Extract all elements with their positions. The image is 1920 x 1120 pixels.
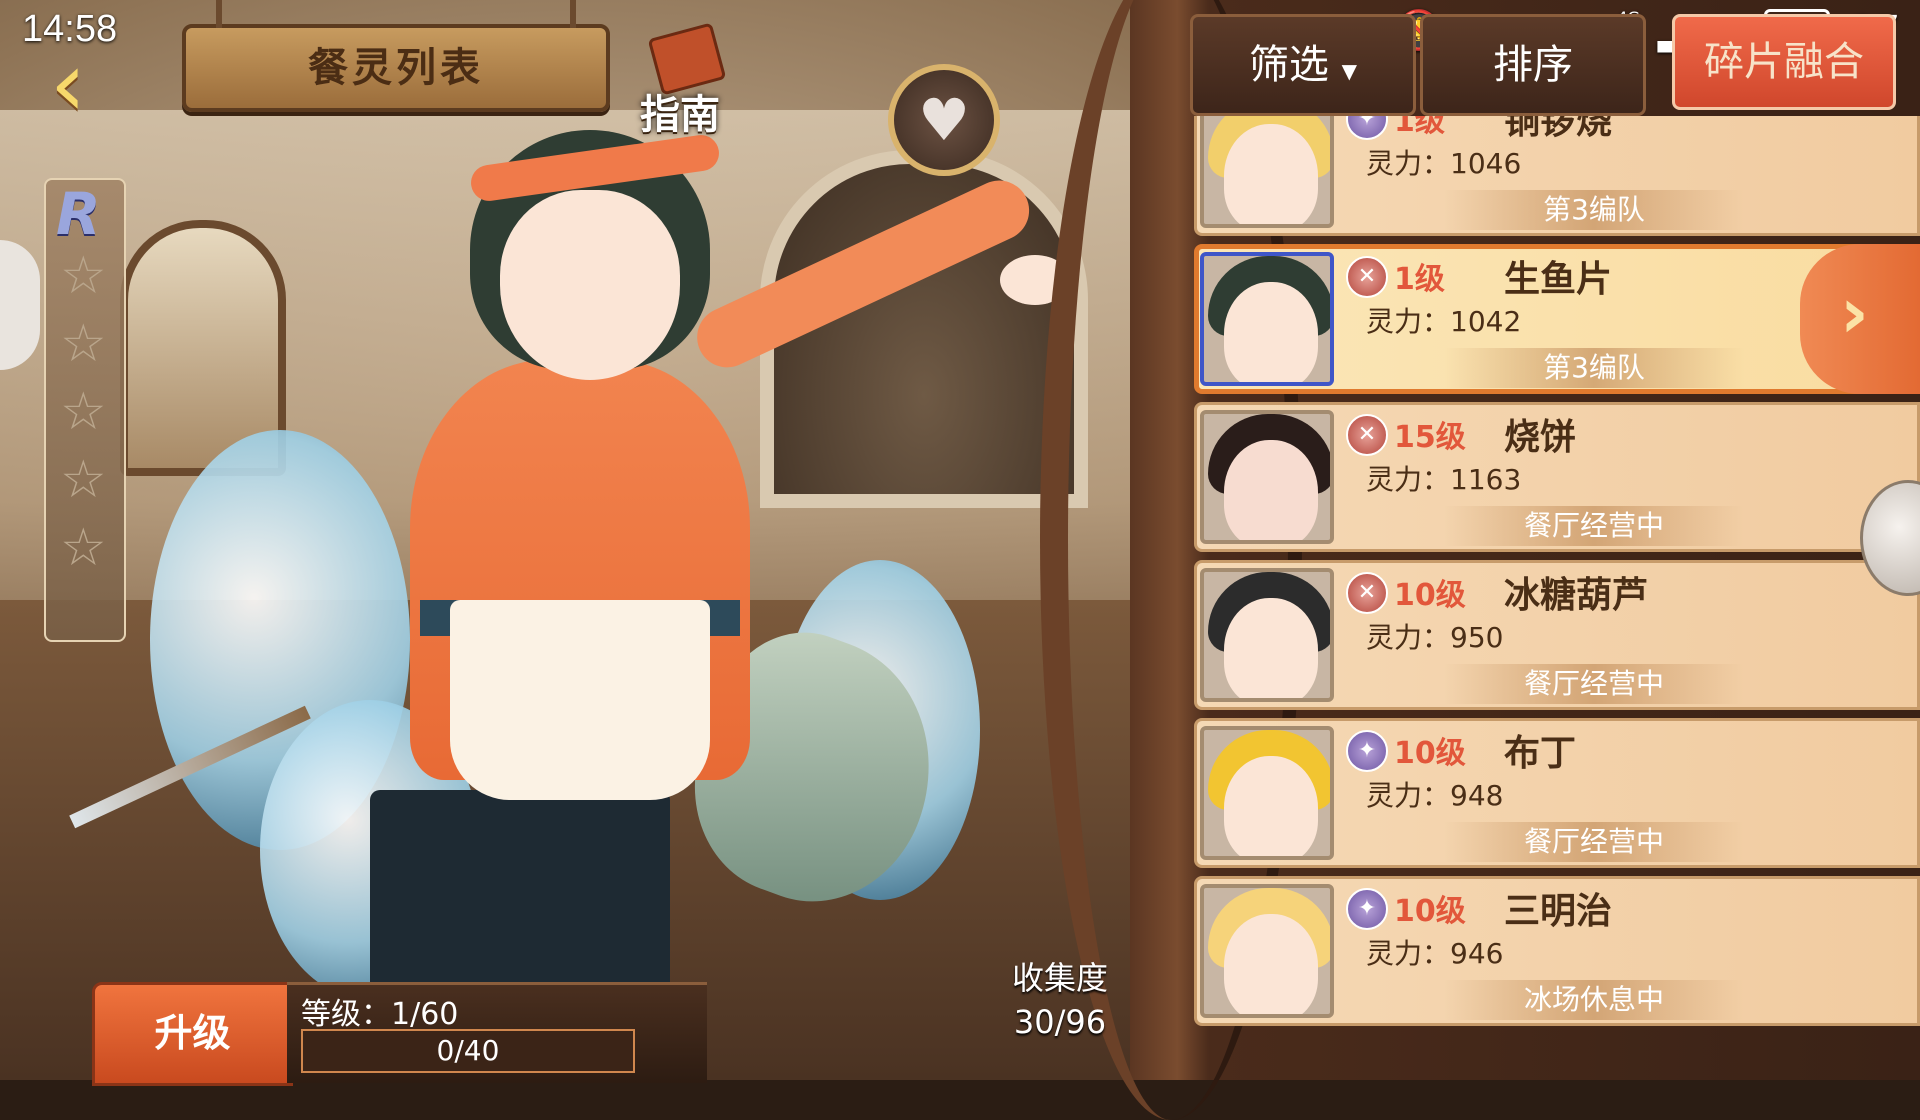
card-level: 10级 [1394,736,1466,771]
rarity-badge: R [56,180,101,248]
filter-button[interactable]: 筛选 ▼ [1190,14,1416,116]
card-name: 冰糖葫芦 [1504,575,1649,616]
shard-fusion-button[interactable]: 碎片融合 [1672,14,1896,110]
card-power: 灵力：950 [1366,621,1504,654]
card-level: 1级 [1394,262,1445,297]
character-apron [450,600,710,800]
card-name: 生鱼片 [1504,259,1613,300]
avatar-face [1224,282,1318,382]
card-status: 餐厅经营中 [1444,822,1744,862]
avatar [1200,410,1334,544]
back-arrow-icon[interactable]: ‹ [50,40,160,130]
card-status: 冰场休息中 [1444,980,1744,1020]
upgrade-button[interactable]: 升级 [92,982,293,1086]
blade-emblem-icon: ✕ [1346,256,1388,298]
avatar-face [1224,598,1318,698]
card-power: 灵力：1163 [1366,463,1522,496]
card-power: 灵力：1042 [1366,305,1522,338]
avatar-face [1224,756,1318,856]
avatar-face [1224,124,1318,224]
star-icon: ☆ [60,518,107,578]
card-status: 第3编队 [1444,190,1744,230]
card-status: 餐厅经营中 [1444,506,1744,546]
roster-list[interactable]: ✦ 1级 铜锣烧 灵力：1046 第3编队 ✕ 1级 生鱼片 灵力：1042 第3编队 › ✕ 15级烧… [1194,116,1920,1080]
filter-label: 筛选 [1248,42,1329,88]
collection-progress: 收集度 30/96 [980,956,1140,1044]
heart-icon: ♥ [918,86,970,154]
panda-side-tab[interactable] [0,240,40,370]
card-name: 铜锣烧 [1504,116,1613,142]
card-power: 灵力：946 [1366,937,1504,970]
avatar [1200,116,1334,228]
sort-button[interactable]: 排序 [1420,14,1646,116]
open-detail-button[interactable]: › [1800,244,1920,394]
roster-card[interactable]: ✦ 1级 铜锣烧 灵力：1046 第3编队 [1194,116,1920,236]
page-title: 餐灵列表 [308,45,484,91]
chevron-right-icon: › [1840,272,1869,354]
star-icon: ☆ [60,450,107,510]
card-level: 10级 [1394,894,1466,929]
card-name: 三明治 [1504,891,1613,932]
level-panel: 等级：1/60 0/40 [287,982,707,1083]
card-power: 灵力：948 [1366,779,1504,812]
shard-fusion-label: 碎片融合 [1704,39,1864,85]
favorite-button[interactable]: ♥ [888,64,1000,176]
collection-label: 收集度 [1011,959,1108,997]
star-icon: ☆ [60,314,107,374]
roster-card[interactable]: ✕ 1级 生鱼片灵力：1042 第3编队 › [1194,244,1920,394]
roster-card[interactable]: ✕ 15级 烧饼灵力：1163 餐厅经营中 [1194,402,1920,552]
collection-value: 30/96 [1013,1003,1107,1041]
roster-card[interactable]: ✦ 10级 三明治 灵力：946 冰场休息中 [1194,876,1920,1026]
level-text: 等级：1/60 [301,997,459,1032]
roster-card[interactable]: ✕ 10级 冰糖葫芦 灵力：950 餐厅经营中 [1194,560,1920,710]
avatar [1200,884,1334,1018]
character-face [500,190,680,380]
chevron-down-icon: ▼ [1341,59,1358,83]
avatar-face [1224,914,1318,1014]
blade-emblem-icon: ✕ [1346,414,1388,456]
avatar-face [1224,440,1318,540]
card-level: 15级 [1394,420,1466,455]
star-icon: ☆ [60,246,107,306]
card-level: 10级 [1394,578,1466,613]
card-power: 灵力：1046 [1366,147,1522,180]
xp-bar: 0/40 [301,1029,635,1073]
card-name: 烧饼 [1504,417,1577,458]
card-status: 餐厅经营中 [1444,664,1744,704]
guide-label: 指南 [640,92,720,138]
guide-button[interactable]: 指南 [640,22,750,138]
rope [216,0,222,28]
xp-text: 0/40 [436,1034,500,1067]
card-level: 1级 [1394,116,1445,139]
rarity-panel: R ☆ ☆ ☆ ☆ ☆ [44,178,126,642]
card-name: 布丁 [1504,733,1577,774]
magic-emblem-icon: ✦ [1346,888,1388,930]
card-status: 第3编队 [1444,348,1744,388]
avatar [1200,568,1334,702]
magic-emblem-icon: ✦ [1346,730,1388,772]
rope [570,0,576,28]
roster-card[interactable]: ✦ 10级 布丁 灵力：948 餐厅经营中 [1194,718,1920,868]
blade-emblem-icon: ✕ [1346,572,1388,614]
avatar [1200,252,1334,386]
star-icon: ☆ [60,382,107,442]
page-title-plate: 餐灵列表 [182,0,610,112]
sort-label: 排序 [1493,42,1573,88]
avatar [1200,726,1334,860]
